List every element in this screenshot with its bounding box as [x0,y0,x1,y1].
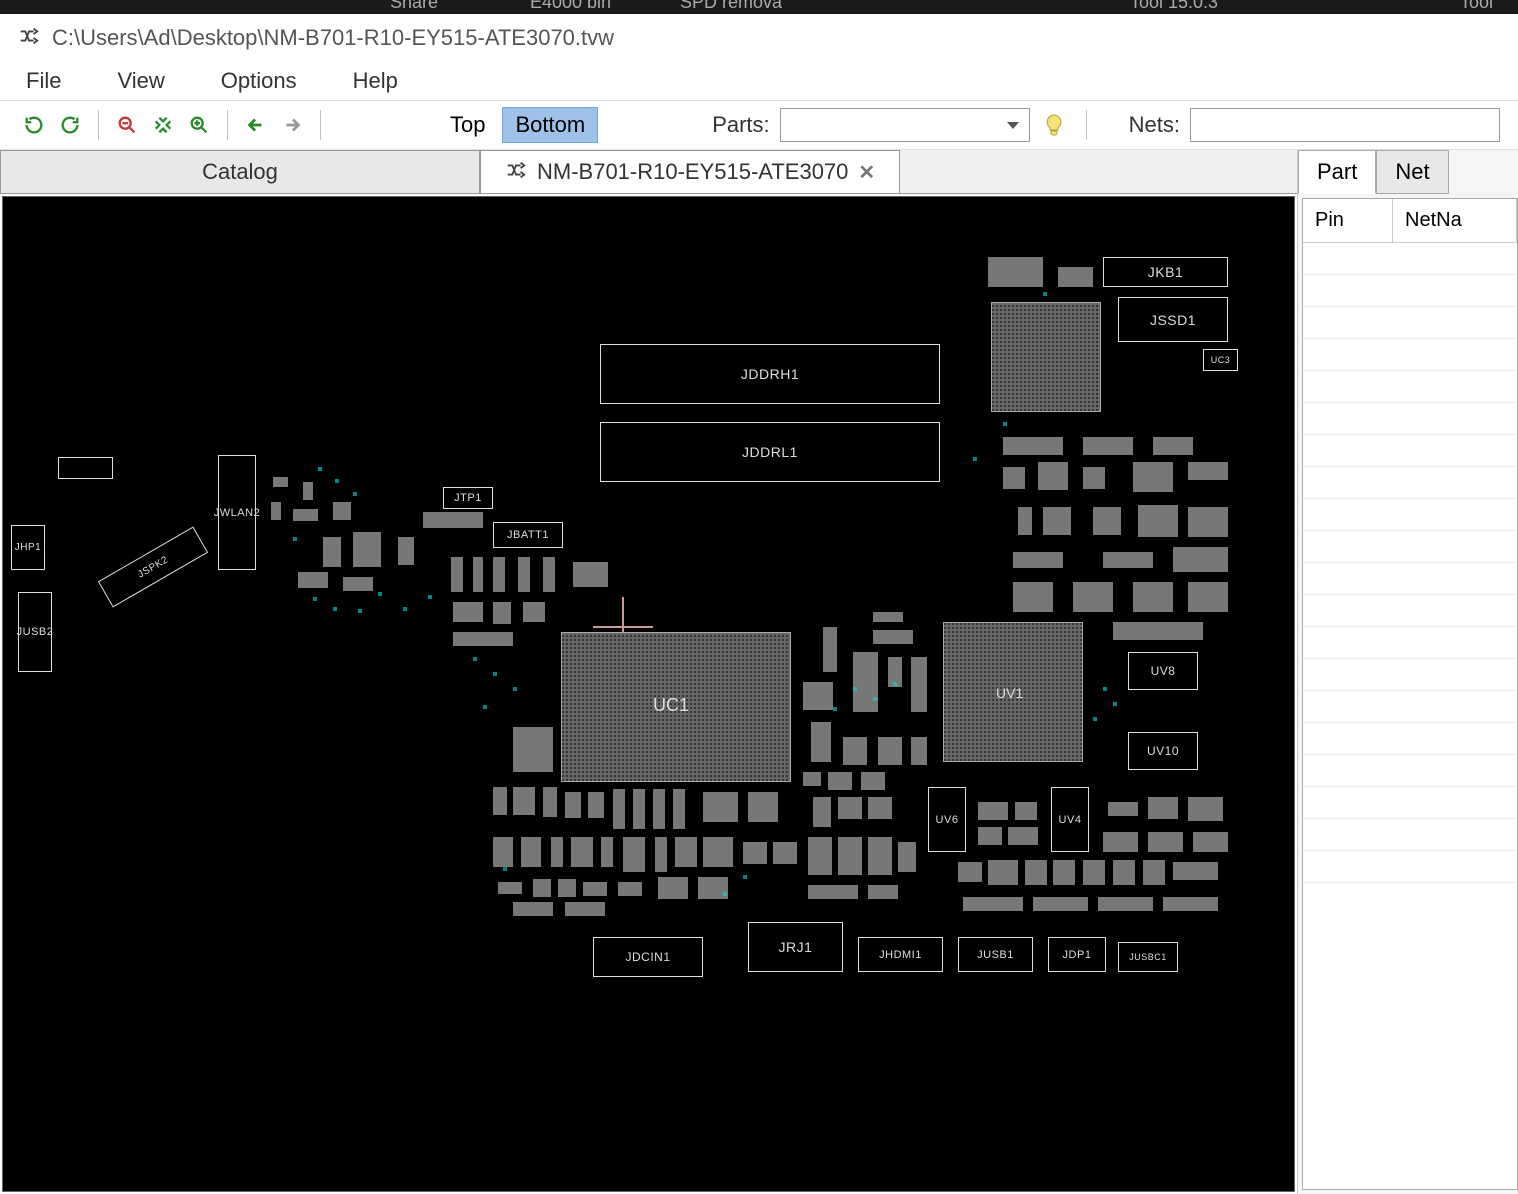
menu-view[interactable]: View [109,64,172,98]
tab-file[interactable]: NM-B701-R10-EY515-ATE3070 ✕ [480,150,900,193]
menu-options[interactable]: Options [213,64,305,98]
app-icon [18,25,40,52]
col-netname[interactable]: NetNa [1393,199,1517,242]
content-area: Catalog NM-B701-R10-EY515-ATE3070 ✕ [0,150,1518,1194]
tab-catalog[interactable]: Catalog [0,150,480,193]
pcb-JDDRH1[interactable]: JDDRH1 [600,344,940,404]
pcb-UV10[interactable]: UV10 [1128,732,1198,770]
close-icon[interactable]: ✕ [858,160,875,185]
pcb-JDCIN1[interactable]: JDCIN1 [593,937,703,977]
right-tabs: Part Net [1298,150,1518,194]
tab-part[interactable]: Part [1298,150,1376,194]
toolbar: Top Bottom Parts: Nets: [0,100,1518,150]
pcb-JDP1[interactable]: JDP1 [1048,937,1106,972]
separator [98,110,99,140]
tab-row: Catalog NM-B701-R10-EY515-ATE3070 ✕ [0,150,1297,194]
arrow-left-icon[interactable] [240,109,272,141]
pcb-UC1-label: UC1 [653,695,689,716]
pcb-JBATT1[interactable]: JBATT1 [493,522,563,548]
pcb-JHDMI1[interactable]: JHDMI1 [858,937,943,972]
pcb-UV6[interactable]: UV6 [928,787,966,852]
tab-file-label: NM-B701-R10-EY515-ATE3070 [537,159,848,185]
refresh-ccw-icon[interactable] [18,109,50,141]
separator [1086,110,1087,140]
pcb-JUSBC1[interactable]: JUSBC1 [1118,942,1178,972]
pcb-UV1-label: UV1 [996,685,1023,701]
pcb-UV4[interactable]: UV4 [1051,787,1089,852]
toggle-bottom[interactable]: Bottom [502,107,598,143]
toggle-top[interactable]: Top [437,107,498,143]
pcb-JDDRL1[interactable]: JDDRL1 [600,422,940,482]
nets-input[interactable] [1190,108,1500,142]
left-pane: Catalog NM-B701-R10-EY515-ATE3070 ✕ [0,150,1298,1194]
properties-grid[interactable]: Pin NetNa [1302,198,1518,1190]
app-window: C:\Users\Ad\Desktop\NM-B701-R10-EY515-AT… [0,14,1518,1194]
pcb-JWLAN2[interactable]: JWLAN2 [218,455,256,570]
zoom-out-icon[interactable] [111,109,143,141]
separator [320,110,321,140]
zoom-fit-icon[interactable] [147,109,179,141]
right-pane: Part Net Pin NetNa [1298,150,1518,1194]
pcb-UV8[interactable]: UV8 [1128,652,1198,690]
lightbulb-icon[interactable] [1042,113,1066,137]
background-window-tabs: Share E4000 bin SPD remova Tool 15.0.3 T… [0,0,1518,14]
pcb-edge1[interactable] [58,457,113,479]
nets-label: Nets: [1129,112,1180,138]
pcb-JRJ1[interactable]: JRJ1 [748,922,843,972]
pcb-JUSB1[interactable]: JUSB1 [958,937,1033,972]
tab-net[interactable]: Net [1376,150,1448,194]
shuffle-icon [505,159,527,186]
window-title: C:\Users\Ad\Desktop\NM-B701-R10-EY515-AT… [52,25,614,51]
menu-help[interactable]: Help [345,64,406,98]
titlebar: C:\Users\Ad\Desktop\NM-B701-R10-EY515-AT… [0,14,1518,62]
pcb-JUSB2[interactable]: JUSB2 [18,592,52,672]
separator [227,110,228,140]
refresh-cw-icon[interactable] [54,109,86,141]
pcb-JTP1[interactable]: JTP1 [443,487,493,509]
pcb-chip-top[interactable] [991,302,1101,412]
parts-label: Parts: [712,112,769,138]
pcb-UC3[interactable]: UC3 [1203,349,1238,371]
pcb-JHP1[interactable]: JHP1 [11,525,45,570]
pcb-JKB1[interactable]: JKB1 [1103,257,1228,287]
pcb-JSPK2[interactable]: JSPK2 [98,527,208,608]
menu-file[interactable]: File [18,64,69,98]
pcb-viewer[interactable]: JKB1 JSSD1 UC3 JDDRH1 JDDRL1 JHP1 JUSB2 … [2,196,1295,1192]
zoom-in-icon[interactable] [183,109,215,141]
menubar: File View Options Help [0,62,1518,100]
col-pin[interactable]: Pin [1303,199,1393,242]
arrow-right-icon[interactable] [276,109,308,141]
parts-combo[interactable] [780,108,1030,142]
pcb-JSSD1[interactable]: JSSD1 [1118,297,1228,342]
